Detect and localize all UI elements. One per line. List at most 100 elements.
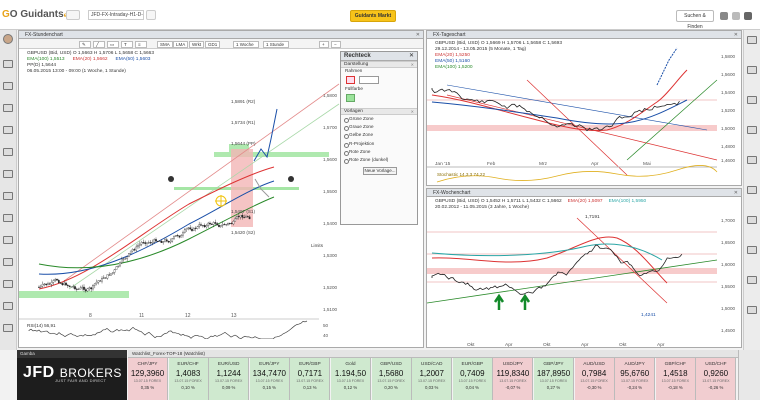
frame-color-swatch[interactable] <box>346 76 355 84</box>
sidebar-window-icon[interactable] <box>3 258 13 266</box>
sidebar-grid-icon[interactable] <box>3 302 13 310</box>
market-button[interactable]: Guidants Markt <box>350 10 396 22</box>
candle-body <box>54 279 57 281</box>
fib-tool-icon[interactable]: ≡ <box>135 41 147 48</box>
ticker-tile[interactable]: GBP/CHF 1,4518 13.07.15 FOREX -0,18 % <box>655 358 696 400</box>
marker-left[interactable] <box>168 176 174 182</box>
menu-button[interactable] <box>66 10 80 20</box>
weekly-chart-canvas[interactable]: 1,7191 1,4241 Okt Apr Okt Apr Okt Apr 1,… <box>427 198 741 348</box>
new-template-button[interactable]: Neue Vorlage... <box>363 167 397 176</box>
candle-body <box>75 288 78 290</box>
x-tick-0: 8 <box>89 313 92 319</box>
draw-tool-icon[interactable]: ✎ <box>79 41 91 48</box>
rsi-label: RSI(14) 56,91 <box>27 323 56 328</box>
ma-button-lma[interactable]: LMA <box>173 41 189 48</box>
close-icon[interactable]: ✕ <box>409 52 414 61</box>
ticker-tile[interactable]: GBP/JPY 187,8950 13.07.15 FOREX 0,27 % <box>534 358 574 400</box>
footer-tab-label: Gamba <box>20 351 35 356</box>
right-more-icon[interactable] <box>747 306 757 314</box>
sidebar-list-icon[interactable] <box>3 236 13 244</box>
settings-icon[interactable] <box>732 12 740 20</box>
right-desktop-icon[interactable] <box>747 126 757 134</box>
fill-color-swatch[interactable] <box>346 94 355 102</box>
zoom-out-icon[interactable]: − <box>331 41 341 48</box>
sidebar-tools-icon[interactable] <box>3 192 13 200</box>
sidebar-monitor-icon[interactable] <box>3 148 13 156</box>
watchlist-header[interactable]: Watchlist_Forex-TOP-18 (Watchlist) <box>128 350 738 358</box>
section-templates[interactable]: Vorlagen ✕ <box>341 108 417 115</box>
avatar[interactable] <box>3 34 13 44</box>
weekly-chart-window[interactable]: FX-Wochenchart ✕ GBPUSD (Bid, USD) O 1,54… <box>426 188 742 348</box>
right-layout-icon[interactable] <box>747 276 757 284</box>
candle-body <box>131 249 134 252</box>
section-display[interactable]: Darstellung ✕ <box>341 61 417 68</box>
close-icon[interactable]: ✕ <box>734 31 738 39</box>
template-red-zone[interactable]: Rote Zone <box>341 148 417 156</box>
ticker-tile[interactable]: EUR/GBP 0,7171 13.07.15 FOREX 0,13 % <box>290 358 331 400</box>
ma-button-wrkt[interactable]: Wrkt <box>189 41 205 48</box>
collapse-icon[interactable]: ✕ <box>411 62 414 68</box>
text-tool-icon[interactable]: T <box>121 41 133 48</box>
footer-tab[interactable]: Gamba <box>17 350 127 358</box>
ticker-tile[interactable]: EUR/GBP 0,7409 13.07.15 FOREX 0,04 % <box>452 358 493 400</box>
right-monitor-icon[interactable] <box>747 66 757 74</box>
template-red-zone-dark[interactable]: Rote Zone (dunkel) <box>341 156 417 165</box>
right-window-icon[interactable] <box>747 36 757 44</box>
interval-select[interactable]: 1 Stunde <box>263 41 289 48</box>
template-grey-zone[interactable]: Graue Zone <box>341 123 417 132</box>
workspace-title-field[interactable]: JFD-FX-Intraday-H1-D-W <box>88 10 144 20</box>
rect-tool-icon[interactable]: ▭ <box>107 41 119 48</box>
ticker-tile[interactable]: EUR/JPY 134,7470 13.07.15 FOREX 0,15 % <box>249 358 290 400</box>
ticker-tile[interactable]: EUR/CHF 1,4083 13.07.15 FOREX 0,10 % <box>168 358 209 400</box>
line-tool-icon[interactable]: ╱ <box>93 41 105 48</box>
candle-body <box>101 278 103 282</box>
right-list-icon[interactable] <box>747 156 757 164</box>
ticker-tile[interactable]: CHF/JPY 129,3960 13.07.15 FOREX 0,35 % <box>128 358 168 400</box>
rsi-tick-1: 40 <box>323 333 329 338</box>
ticker-tile[interactable]: Gold 1.194,50 13.07.15 FOREX 0,12 % <box>331 358 371 400</box>
ma-button-sma[interactable]: SMA <box>157 41 173 48</box>
ticker-tile[interactable]: AUD/JPY 95,6760 13.07.15 FOREX -0,24 % <box>615 358 656 400</box>
right-panel-icon[interactable] <box>747 246 757 254</box>
ticker-tile[interactable]: AUD/USD 0,7984 13.07.15 FOREX -0,30 % <box>574 358 615 400</box>
period-select[interactable]: 1 Woche <box>233 41 259 48</box>
daily-chart-canvas[interactable]: Stochastic 14,3,3 74,22 Jan '15 Feb Mrz … <box>427 40 741 186</box>
sidebar-chart-icon[interactable] <box>3 60 13 68</box>
zoom-in-icon[interactable]: + <box>319 41 329 48</box>
sidebar-watchlist-icon[interactable] <box>3 82 13 90</box>
daily-chart-title[interactable]: FX-Tageschart ✕ <box>427 31 741 39</box>
sidebar-more-icon[interactable] <box>3 324 13 332</box>
user-icon[interactable] <box>720 12 728 20</box>
logout-icon[interactable] <box>744 12 752 20</box>
candle-body <box>246 216 249 218</box>
sidebar-desktop-icon[interactable] <box>3 170 13 178</box>
dropdown-button[interactable] <box>146 10 156 20</box>
ticker-tile[interactable]: GBP/USD 1,5680 13.07.15 FOREX 0,20 % <box>371 358 412 400</box>
frame-style-select[interactable] <box>359 76 379 84</box>
ticker-tile[interactable]: USD/CHF 0,9260 13.07.15 FOREX -0,26 % <box>696 358 737 400</box>
close-icon[interactable]: ✕ <box>734 189 738 197</box>
daily-chart-window[interactable]: FX-Tageschart ✕ GBPUSD (Bid, USD) O 1,566… <box>426 30 742 186</box>
ticker-tile[interactable]: USD/JPY 119,8340 13.07.15 FOREX -0,07 % <box>493 358 534 400</box>
candle-body <box>237 216 240 218</box>
right-chart-icon[interactable] <box>747 186 757 194</box>
template-yellow-zone[interactable]: Gelbe Zone <box>341 131 417 140</box>
sidebar-news-icon[interactable] <box>3 104 13 112</box>
right-sidebar <box>743 30 760 350</box>
candle-body <box>115 266 118 270</box>
close-icon[interactable]: ✕ <box>416 31 420 39</box>
right-grid-icon[interactable] <box>747 216 757 224</box>
sidebar-screen-icon[interactable] <box>3 126 13 134</box>
template-green-zone[interactable]: Grüne Zone <box>341 115 417 124</box>
hourly-chart-title[interactable]: FX-Stundenchart ✕ <box>19 31 423 39</box>
weekly-chart-title[interactable]: FX-Wochenchart ✕ <box>427 189 741 197</box>
ma-button-gd1[interactable]: GD1 <box>205 41 221 48</box>
template-r-projection[interactable]: R-Projektion <box>341 140 417 148</box>
ticker-tile[interactable]: USD/CAD 1,2007 13.07.15 FOREX 0,03 % <box>412 358 453 400</box>
search-button[interactable]: Suchen & Finden <box>676 10 714 30</box>
right-screen-icon[interactable] <box>747 96 757 104</box>
ticker-tile[interactable]: EUR/USD 1,1244 13.07.15 FOREX 0,09 % <box>209 358 250 400</box>
marker-right[interactable] <box>288 176 294 182</box>
sidebar-layout-icon[interactable] <box>3 214 13 222</box>
sidebar-panel-icon[interactable] <box>3 280 13 288</box>
